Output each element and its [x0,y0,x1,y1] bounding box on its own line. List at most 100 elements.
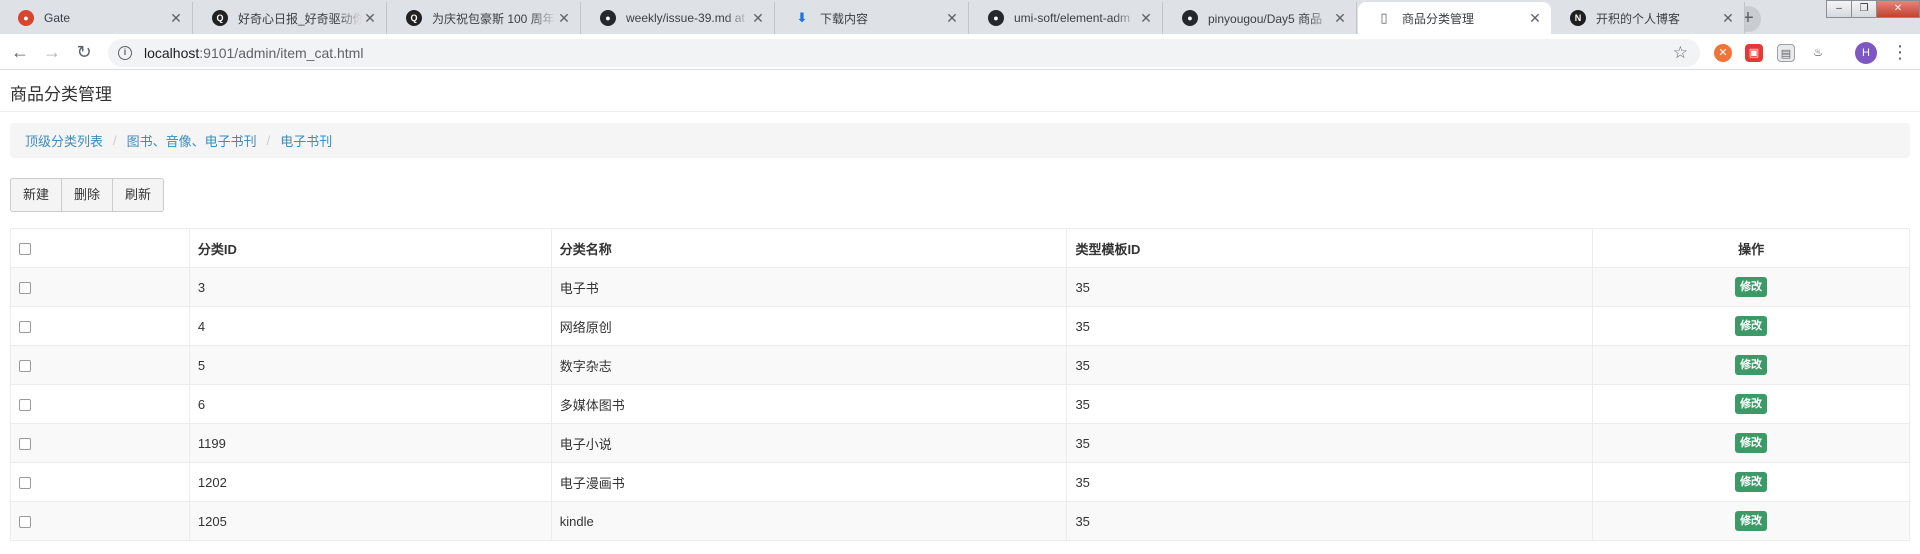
delete-button[interactable]: 删除 [61,178,114,212]
row-select-cell [10,345,190,385]
row-checkbox[interactable] [19,360,31,373]
tab-close-icon[interactable]: ✕ [1138,10,1154,26]
back-arrow-icon[interactable]: ← [8,40,32,64]
table-row: 1205 kindle 35 修改 [10,501,1910,541]
header-template[interactable]: 类型模板ID [1066,228,1594,268]
row-checkbox[interactable] [19,516,31,529]
browser-menu-icon[interactable]: ⋮ [1890,40,1910,64]
tab-strip: + – ❐ ✕ ● Gate ✕ Q 好奇心日报_好奇驱动你 ✕ Q 为庆祝包豪斯 100 周… [0,0,1920,34]
row-select-cell [10,462,190,502]
cell-ops: 修改 [1592,345,1910,385]
extension-icon-4[interactable]: ♨ [1809,44,1827,62]
table-header-row: 分类ID 分类名称 类型模板ID 操作 [10,228,1910,268]
close-window-button[interactable]: ✕ [1876,0,1920,18]
browser-tab-title: 开积的个人博客 [1596,11,1681,26]
row-select-cell [10,501,190,541]
bookmark-star-icon[interactable]: ☆ [1673,43,1688,63]
table-row: 4 网络原创 35 修改 [10,306,1910,346]
browser-tab[interactable]: ● pinyougou/Day5 商品 ✕ [1164,2,1357,34]
breadcrumb-separator: / [266,133,271,148]
browser-tab-title: 下载内容 [820,11,869,26]
download-icon: ⬇ [796,10,808,25]
breadcrumb-ebooks[interactable]: 电子书刊 [280,131,332,150]
header-id[interactable]: 分类ID [188,228,552,268]
extension-icon-3[interactable]: ▤ [1777,44,1795,62]
table-row: 1202 电子漫画书 35 修改 [10,462,1910,502]
tab-close-icon[interactable]: ✕ [1332,10,1348,26]
cell-template: 35 [1066,423,1594,463]
browser-tab[interactable]: ● Gate ✕ [0,2,193,34]
edit-button[interactable]: 修改 [1735,433,1768,453]
header-ops: 操作 [1592,228,1910,268]
cell-template: 35 [1066,384,1594,424]
reload-icon[interactable]: ↻ [72,40,96,64]
cell-template: 35 [1066,462,1594,502]
title-divider [0,111,1920,112]
row-select-cell [10,267,190,307]
github-icon: ● [1182,10,1198,26]
address-bar[interactable]: i localhost:9101/admin/item_cat.html ☆ [108,39,1700,67]
table-row: 6 多媒体图书 35 修改 [10,384,1910,424]
tab-close-icon[interactable]: ✕ [1527,10,1543,26]
refresh-button[interactable]: 刷新 [112,178,165,212]
browser-tab[interactable]: Q 好奇心日报_好奇驱动你 ✕ [194,2,387,34]
url-text[interactable]: localhost:9101/admin/item_cat.html [144,45,363,61]
row-select-cell [10,384,190,424]
row-checkbox[interactable] [19,321,31,334]
browser-tab[interactable]: ● weekly/issue-39.md at ✕ [582,2,775,34]
edit-button[interactable]: 修改 [1735,394,1768,414]
browser-tab-title: Gate [44,11,71,25]
extension-icon-1[interactable]: ✕ [1714,44,1732,62]
cell-id: 1202 [188,462,552,502]
window-controls: – ❐ ✕ [1826,0,1920,18]
browser-toolbar: ← → ↻ i localhost:9101/admin/item_cat.ht… [0,34,1920,70]
header-name[interactable]: 分类名称 [550,228,1068,268]
browser-tab[interactable]: ⬇ 下载内容 ✕ [776,2,969,34]
restore-button[interactable]: ❐ [1851,0,1877,18]
cell-id: 4 [188,306,552,346]
edit-button[interactable]: 修改 [1735,355,1768,375]
edit-button[interactable]: 修改 [1735,316,1768,336]
tab-close-icon[interactable]: ✕ [944,10,960,26]
cell-name: 网络原创 [550,306,1068,346]
browser-tab-title: umi-soft/element-adm [1014,11,1131,25]
row-checkbox[interactable] [19,399,31,412]
cell-id: 3 [188,267,552,307]
browser-tab[interactable]: Q 为庆祝包豪斯 100 周年 ✕ [388,2,581,34]
minimize-button[interactable]: – [1826,0,1852,18]
table-row: 1199 电子小说 35 修改 [10,423,1910,463]
qdaily-icon: Q [212,10,228,26]
github-icon: ● [988,10,1004,26]
edit-button[interactable]: 修改 [1735,511,1768,531]
tab-close-icon[interactable]: ✕ [168,10,184,26]
cell-name: 电子小说 [550,423,1068,463]
row-checkbox[interactable] [19,477,31,490]
forward-arrow-icon[interactable]: → [40,40,64,64]
breadcrumb-books-media[interactable]: 图书、音像、电子书刊 [127,131,257,150]
cell-ops: 修改 [1592,267,1910,307]
extension-icon-2[interactable]: ▣ [1745,44,1763,62]
site-info-icon[interactable]: i [118,46,132,60]
edit-button[interactable]: 修改 [1735,472,1768,492]
tab-close-icon[interactable]: ✕ [750,10,766,26]
new-button[interactable]: 新建 [10,178,63,212]
select-all-checkbox[interactable] [19,243,31,256]
page-title: 商品分类管理 [10,85,112,104]
browser-tab[interactable]: N 开积的个人博客 ✕ [1552,2,1745,34]
browser-tab-title: 为庆祝包豪斯 100 周年 [432,11,555,26]
breadcrumb-top-level[interactable]: 顶级分类列表 [25,131,103,150]
cell-template: 35 [1066,306,1594,346]
cell-template: 35 [1066,345,1594,385]
edit-button[interactable]: 修改 [1735,277,1768,297]
browser-tab[interactable]: ▯ 商品分类管理 ✕ [1358,2,1551,34]
action-toolbar: 新建 删除 刷新 [10,178,165,212]
tab-close-icon[interactable]: ✕ [362,10,378,26]
profile-avatar[interactable]: H [1855,42,1877,64]
browser-tab-title: pinyougou/Day5 商品 [1208,11,1323,26]
row-checkbox[interactable] [19,282,31,295]
row-checkbox[interactable] [19,438,31,451]
tab-close-icon[interactable]: ✕ [1720,10,1736,26]
browser-tab[interactable]: ● umi-soft/element-adm ✕ [970,2,1163,34]
notion-icon: N [1570,10,1586,26]
tab-close-icon[interactable]: ✕ [556,10,572,26]
